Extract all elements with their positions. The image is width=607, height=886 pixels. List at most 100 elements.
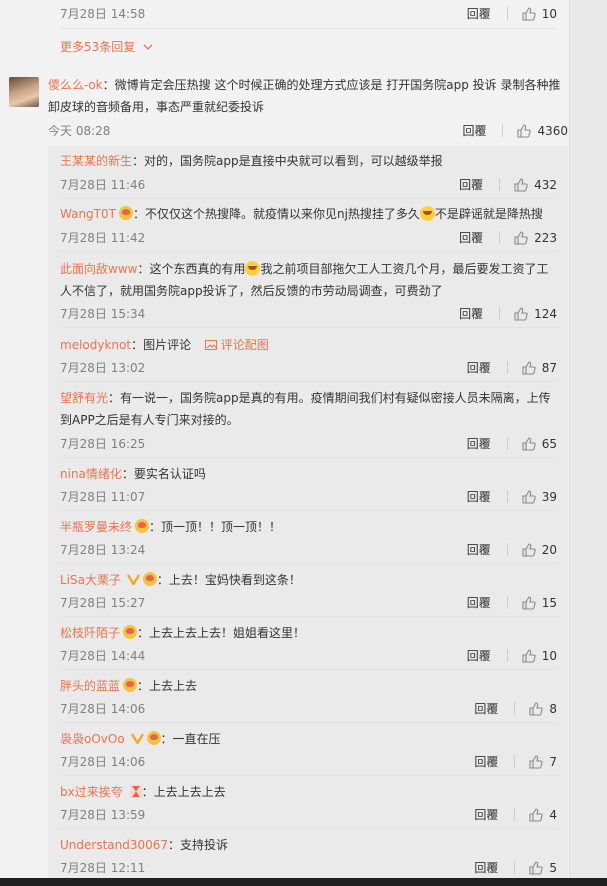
reply-author[interactable]: 袅袅oOvOo [60, 732, 125, 746]
comment-panel: 7月28日 14:58 回覆 10 更多53条回复 儍么么-ok：微博肯定会压热… [0, 0, 570, 886]
reply-button[interactable]: 回覆 [467, 5, 491, 22]
member-badge-icon [123, 678, 138, 692]
reply-author[interactable]: 此面向敌www [60, 262, 137, 276]
emoji-icon [419, 206, 435, 221]
divider [506, 649, 508, 662]
avatar[interactable] [9, 77, 39, 107]
reply-author[interactable]: 胖头的蓝蓝 [60, 679, 120, 693]
comment-image-link[interactable]: 评论配图 [204, 338, 269, 352]
reply-actions: 回覆 10 [467, 647, 557, 664]
like-button[interactable]: 87 [522, 361, 557, 375]
reply-author[interactable]: 半瓶罗曼未终 [60, 520, 132, 534]
divider [499, 178, 501, 191]
reply-author[interactable]: bx过来挨夸 [60, 785, 123, 799]
reply-text: ：一直在压 [160, 732, 221, 746]
reply-text: ：这个东西真的有用 [137, 262, 246, 276]
reply-text: ：上去上去 [137, 679, 198, 693]
reply-button[interactable]: 回覆 [467, 541, 491, 558]
comment-image-label: 评论配图 [220, 338, 269, 352]
reply-button[interactable]: 回覆 [462, 122, 486, 139]
like-button[interactable]: 7 [529, 755, 557, 769]
reply-button[interactable]: 回覆 [467, 359, 491, 376]
reply-time: 7月28日 11:42 [60, 231, 146, 245]
reply-author[interactable]: melodyknot [60, 338, 131, 352]
reply-button[interactable]: 回覆 [474, 700, 498, 717]
reply-button[interactable]: 回覆 [474, 806, 498, 823]
like-button[interactable]: 5 [529, 861, 557, 875]
list-item: 望舒有光：有一说一，国务院app是真的有用。疫情期间我们村有疑似密接人员未隔离，… [60, 387, 557, 431]
reply-author[interactable]: 王某某的新生 [60, 154, 132, 168]
thumbs-up-icon [522, 595, 536, 610]
reply-time: 7月28日 13:02 [60, 361, 146, 375]
reply-text: ：顶一顶！！顶一顶！！ [149, 520, 282, 534]
like-button[interactable]: 4360 [517, 124, 568, 138]
like-button[interactable]: 124 [514, 307, 557, 321]
thumbs-up-icon [514, 230, 528, 245]
reply-author[interactable]: Understand30067 [60, 838, 168, 852]
reply-time: 7月28日 13:24 [60, 543, 146, 557]
reply-time: 7月28日 14:06 [60, 755, 146, 769]
divider [514, 755, 516, 768]
reply-button[interactable]: 回覆 [474, 753, 498, 770]
like-button[interactable]: 10 [522, 649, 557, 663]
reply-button[interactable]: 回覆 [459, 305, 483, 322]
reply-actions: 回覆 65 [467, 435, 557, 452]
like-button[interactable]: 20 [522, 543, 557, 557]
like-button[interactable]: 432 [514, 178, 557, 192]
list-item: 胖头的蓝蓝 ：上去上去 [60, 677, 557, 695]
main-comment: 儍么么-ok：微博肯定会压热搜 这个时候正确的处理方式应该是 打开国务院app … [48, 74, 568, 118]
thumbs-up-icon [522, 542, 536, 557]
reply-text: ：图片评论 [131, 338, 192, 352]
divider [60, 510, 557, 511]
comment-author[interactable]: 儍么么-ok [48, 78, 103, 92]
like-button[interactable]: 15 [522, 596, 557, 610]
like-button[interactable]: 65 [522, 437, 557, 451]
like-count: 4 [549, 807, 557, 822]
like-button[interactable]: 4 [529, 808, 557, 822]
reply-author[interactable]: LiSa大栗子 [60, 573, 121, 587]
comment-actions: 回覆 4360 [462, 122, 568, 139]
taskbar [0, 878, 607, 886]
reply-button[interactable]: 回覆 [474, 859, 498, 876]
thumbs-up-icon [529, 701, 544, 716]
list-item: WangT0T ：不仅仅这个热搜降。就疫情以来你见nj热搜挂了多久 不是辟谣就是降热… [60, 205, 557, 223]
like-button[interactable]: 39 [522, 490, 557, 504]
divider [60, 381, 557, 382]
like-count: 124 [534, 306, 557, 321]
list-item: 袅袅oOvOo ：一直在压 [60, 730, 557, 748]
like-count: 432 [534, 177, 557, 192]
reply-text: ：上去上去上去！姐姐看这里！ [137, 626, 306, 640]
divider [502, 124, 504, 137]
divider [506, 7, 508, 20]
reply-actions: 回覆 4 [474, 806, 557, 823]
like-button[interactable]: 8 [529, 702, 557, 716]
reply-text: ：上去上去上去 [141, 785, 226, 799]
reply-button[interactable]: 回覆 [467, 488, 491, 505]
reply-button[interactable]: 回覆 [459, 176, 483, 193]
divider [60, 775, 557, 776]
reply-time: 7月28日 11:07 [60, 490, 146, 504]
reply-button[interactable]: 回覆 [467, 435, 491, 452]
reply-time: 7月28日 11:46 [60, 178, 146, 192]
reply-text: 不是辟谣就是降热搜 [434, 207, 543, 221]
divider [60, 327, 557, 328]
comment-text: ：微博肯定会压热搜 这个时候正确的处理方式应该是 打开国务院app 投诉 录制各… [48, 78, 561, 114]
like-button[interactable]: 10 [522, 7, 557, 21]
reply-author[interactable]: 松枝阡陌子 [60, 626, 120, 640]
reply-actions: 回覆 5 [474, 859, 557, 876]
reply-button[interactable]: 回覆 [459, 229, 483, 246]
reply-author[interactable]: nina情绪化 [60, 467, 122, 481]
divider [60, 457, 557, 458]
like-count: 5 [549, 860, 557, 875]
comment-time: 7月28日 14:58 [60, 7, 146, 21]
reply-actions: 回覆 7 [474, 753, 557, 770]
reply-author[interactable]: 望舒有光 [60, 391, 108, 405]
more-replies-link[interactable]: 更多53条回复 [60, 38, 153, 55]
divider [506, 437, 508, 450]
like-button[interactable]: 223 [514, 231, 557, 245]
reply-author[interactable]: WangT0T [60, 207, 116, 221]
reply-button[interactable]: 回覆 [467, 594, 491, 611]
reply-button[interactable]: 回覆 [467, 647, 491, 664]
divider [60, 563, 557, 564]
reply-text: ：有一说一，国务院app是真的有用。疫情期间我们村有疑似密接人员未隔离，上传到A… [60, 391, 551, 427]
